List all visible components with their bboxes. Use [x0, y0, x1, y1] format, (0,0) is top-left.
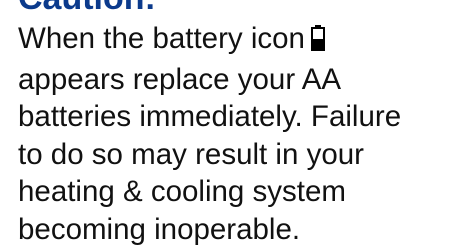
caution-line-3: batteries immediately. Failure — [18, 100, 402, 133]
battery-low-icon-svg — [310, 25, 325, 51]
caution-line-6: becoming inoperable. — [18, 212, 301, 246]
caution-heading: Caution: — [18, 0, 156, 18]
caution-body: When the battery icon appears replace yo… — [18, 20, 448, 248]
caution-line-1: When the battery icon — [18, 20, 448, 61]
caution-line-2: appears replace your AA — [18, 62, 342, 96]
caution-line-1-text: When the battery icon — [18, 22, 305, 55]
caution-notice: Caution: When the battery icon appears r… — [0, 0, 450, 248]
caution-line-4: to do so may result in your — [18, 137, 364, 171]
battery-low-icon — [310, 23, 325, 61]
caution-line-5: heating & cooling system — [18, 175, 346, 208]
